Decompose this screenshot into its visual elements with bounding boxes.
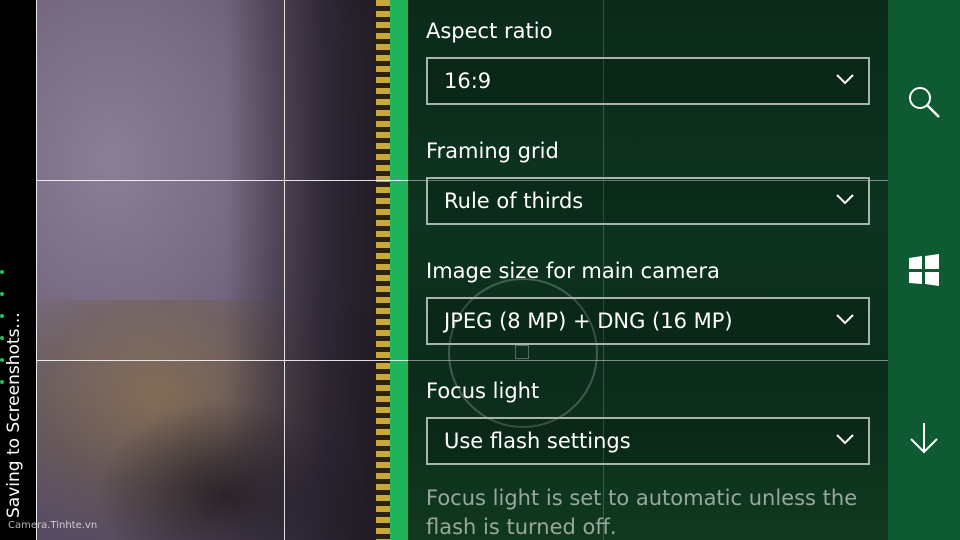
- watermark: Camera.Tinhte.vn: [8, 520, 98, 531]
- focus-point: [515, 345, 529, 359]
- arrow-down-icon: [910, 423, 938, 454]
- scroll-down-button[interactable]: [906, 420, 942, 456]
- search-button[interactable]: [906, 84, 942, 120]
- chevron-down-icon: [836, 194, 854, 205]
- camera-settings-panel: Aspect ratio 16:9 Framing grid Rule of t…: [408, 0, 888, 540]
- focus-light-value: Use flash settings: [444, 429, 631, 453]
- focus-light-label: Focus light: [426, 379, 540, 403]
- focus-light-description: Focus light is set to automatic unless t…: [426, 486, 858, 539]
- image-size-value: JPEG (8 MP) + DNG (16 MP): [444, 309, 733, 333]
- windows-button[interactable]: [906, 253, 942, 289]
- image-size-dropdown[interactable]: JPEG (8 MP) + DNG (16 MP): [426, 297, 870, 345]
- chevron-down-icon: [836, 434, 854, 445]
- zipper-detail: [376, 0, 390, 540]
- aspect-ratio-value: 16:9: [444, 69, 492, 93]
- framing-grid-label: Framing grid: [426, 139, 559, 163]
- grid-line: [36, 360, 408, 361]
- framing-grid-dropdown[interactable]: Rule of thirds: [426, 177, 870, 225]
- status-strip: Saving to Screenshots...: [0, 0, 36, 540]
- progress-dot: [0, 270, 4, 274]
- search-icon: [909, 87, 940, 118]
- windows-icon: [909, 254, 939, 286]
- aspect-ratio-dropdown[interactable]: 16:9: [426, 57, 870, 105]
- saving-status-text: Saving to Screenshots...: [4, 312, 24, 518]
- grid-line: [284, 0, 285, 540]
- app-bar: [888, 0, 960, 540]
- grid-line: [36, 0, 37, 540]
- framing-grid-value: Rule of thirds: [444, 189, 584, 213]
- image-size-label: Image size for main camera: [426, 259, 720, 283]
- camera-viewfinder[interactable]: [36, 0, 408, 540]
- chevron-down-icon: [836, 74, 854, 85]
- focus-light-dropdown[interactable]: Use flash settings: [426, 417, 870, 465]
- grid-line: [36, 180, 408, 181]
- chevron-down-icon: [836, 314, 854, 325]
- aspect-ratio-label: Aspect ratio: [426, 19, 553, 43]
- progress-dot: [0, 292, 4, 296]
